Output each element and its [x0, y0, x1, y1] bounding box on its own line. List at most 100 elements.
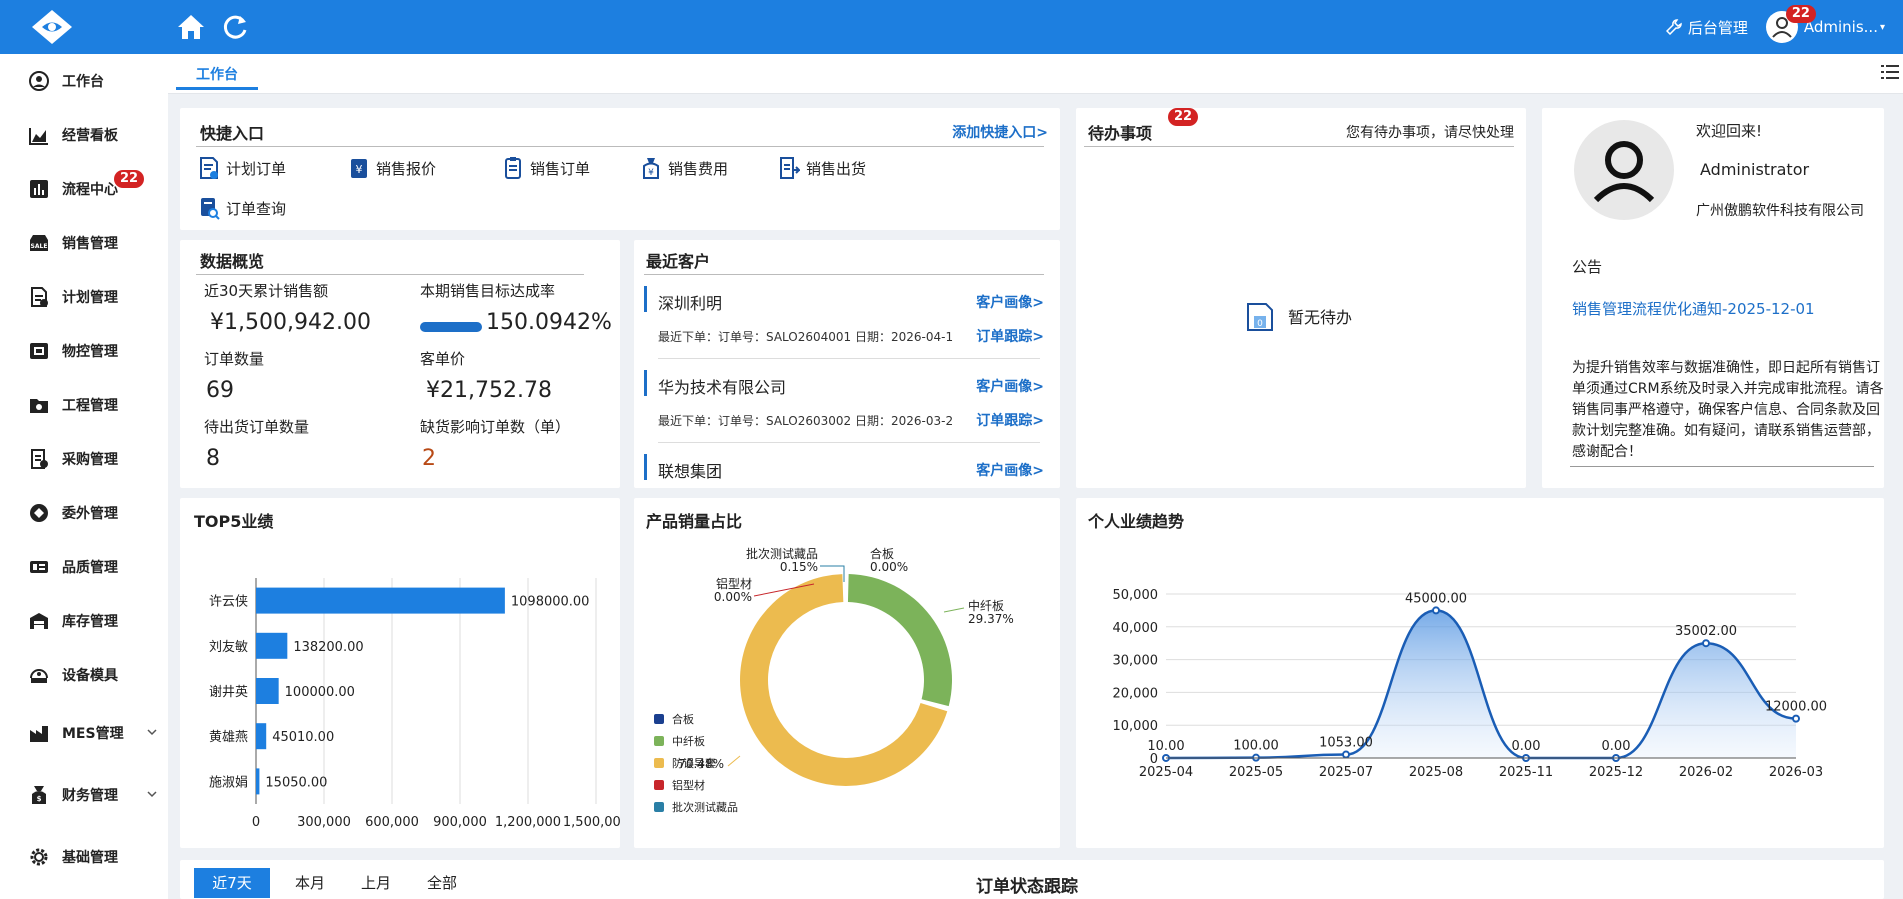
- top5-card: TOP5业绩 0 300,000 600,000 900,000 1,200,000 1,…: [180, 498, 620, 848]
- list-icon[interactable]: [1881, 64, 1899, 80]
- quick-item-sales-expense[interactable]: ¥ 销售费用: [640, 156, 728, 180]
- slice-label: 批次测试藏品: [746, 546, 818, 561]
- sidebar-item-equipment[interactable]: 设备模具: [28, 660, 158, 690]
- sidebar-item-workbench[interactable]: 工作台: [28, 66, 158, 96]
- tab-last-7-days[interactable]: 近7天: [194, 868, 270, 898]
- data-point: [1702, 639, 1710, 648]
- divider: [196, 274, 584, 275]
- workflow-badge: 22: [114, 170, 145, 188]
- quick-item-label: 销售报价: [376, 159, 437, 178]
- area-chart-icon: [29, 128, 48, 145]
- sidebar-item-label: MES管理: [62, 726, 124, 742]
- y-category-label: 黄雄燕: [209, 730, 248, 745]
- overview-title: 数据概览: [200, 252, 265, 271]
- chevron-down-icon[interactable]: [146, 788, 158, 800]
- legend-swatch: [654, 714, 664, 724]
- customer-portrait-link[interactable]: 客户画像>: [976, 376, 1044, 396]
- wrench-icon: [1665, 19, 1682, 35]
- quick-item-order-query[interactable]: 订单查询: [198, 196, 286, 220]
- divider: [658, 442, 1040, 443]
- top5-bar-chart: 0 300,000 600,000 900,000 1,200,0001,500,000…: [209, 578, 620, 830]
- x-tick-label: 300,000: [297, 815, 351, 830]
- quick-item-plan-order[interactable]: 计划订单: [198, 156, 286, 180]
- svg-text:¥: ¥: [356, 163, 363, 176]
- quick-item-sales-shipment[interactable]: 销售出货: [778, 156, 866, 180]
- quick-entry-title: 快捷入口: [200, 124, 265, 143]
- sidebar-item-mes[interactable]: MES管理: [28, 718, 158, 748]
- legend-label: 防误导套: [672, 756, 716, 770]
- user-name[interactable]: Adminis...: [1804, 18, 1878, 36]
- bar-value-label: 15050.00: [265, 775, 327, 790]
- bar: [256, 587, 505, 614]
- chevron-down-icon[interactable]: [146, 726, 158, 738]
- purchase-doc-icon: [31, 449, 48, 469]
- folder-gear-icon: [30, 399, 48, 413]
- order-track-link[interactable]: 订单跟踪>: [976, 410, 1044, 430]
- sidebar-item-dashboard[interactable]: 经营看板: [28, 120, 158, 150]
- sidebar-item-sales[interactable]: SALE 销售管理: [28, 228, 158, 258]
- data-label: 35002.00: [1675, 624, 1737, 639]
- quick-item-label: 销售出货: [806, 159, 867, 178]
- target-rate-value: 150.0942%: [486, 310, 612, 335]
- quality-icon: [30, 561, 48, 573]
- refresh-icon[interactable]: [220, 12, 250, 42]
- sidebar-item-inventory[interactable]: 库存管理: [28, 606, 158, 636]
- company-name: 广州傲鹏软件科技有限公司: [1696, 203, 1864, 219]
- y-tick-label: 50,000: [1113, 588, 1159, 603]
- order-track-link[interactable]: 订单跟踪>: [976, 326, 1044, 346]
- customer-portrait-link[interactable]: 客户画像>: [976, 460, 1044, 480]
- sidebar-item-finance[interactable]: $ 财务管理: [28, 780, 158, 810]
- sidebar-item-label: 库存管理: [62, 614, 118, 630]
- data-label: 1053.00: [1319, 736, 1373, 751]
- home-icon[interactable]: [176, 13, 206, 41]
- sidebar-item-label: 品质管理: [62, 560, 118, 576]
- sale-icon: SALE: [30, 235, 48, 251]
- tab-workbench[interactable]: 工作台: [176, 62, 258, 90]
- tab-last-month[interactable]: 上月: [346, 868, 406, 898]
- customer-meta: 最近下单：订单号：SALO2604001 日期：2026-04-1: [658, 330, 954, 344]
- target-progress-bar: [420, 322, 482, 332]
- data-point: [1342, 750, 1350, 759]
- tab-all[interactable]: 全部: [412, 868, 472, 898]
- sidebar-item-label: 基础管理: [62, 850, 118, 866]
- sidebar-item-workflow[interactable]: 流程中心 22: [28, 170, 158, 204]
- quick-item-sales-order[interactable]: 销售订单: [502, 156, 590, 180]
- x-tick-label: 900,000: [433, 815, 487, 830]
- chevron-down-icon[interactable]: ▾: [1880, 22, 1885, 33]
- divider: [196, 146, 1044, 147]
- bar-value-label: 138200.00: [293, 640, 363, 655]
- svg-text:$: $: [37, 795, 42, 803]
- add-quick-entry-link[interactable]: 添加快捷入口>: [952, 122, 1048, 142]
- donut-slice: [847, 574, 952, 707]
- product-share-card: 产品销量占比 批次测试藏品 0.15% 合板 0.00% 铝型材 0.00% 中纤板 29.3…: [634, 498, 1060, 848]
- shortage-value: 2: [422, 446, 436, 471]
- legend-label: 铝型材: [672, 778, 705, 792]
- bar: [256, 768, 260, 795]
- sidebar-item-outsource[interactable]: 委外管理: [28, 498, 158, 528]
- sidebar-item-quality[interactable]: 品质管理: [28, 552, 158, 582]
- sidebar-item-engineering[interactable]: 工程管理: [28, 390, 158, 420]
- sidebar-item-purchase[interactable]: 采购管理: [28, 444, 158, 474]
- admin-link-label: 后台管理: [1687, 18, 1748, 37]
- quick-item-sales-quote[interactable]: ¥ 销售报价: [348, 156, 436, 180]
- sidebar-item-material[interactable]: 物控管理: [28, 336, 158, 366]
- user-avatar[interactable]: 22: [1765, 5, 1816, 43]
- wallet-icon: $: [32, 786, 46, 804]
- customer-portrait-link[interactable]: 客户画像>: [976, 292, 1044, 312]
- logo-icon[interactable]: [30, 8, 74, 46]
- admin-console-link[interactable]: 后台管理: [1665, 17, 1748, 38]
- profile-card: 欢迎回来! Administrator 广州傲鹏软件科技有限公司 公告 销售管理…: [1542, 108, 1884, 488]
- notice-title-link[interactable]: 销售管理流程优化通知-2025-12-01: [1572, 298, 1815, 319]
- y-tick-label: 40,000: [1113, 621, 1159, 636]
- quick-item-label: 销售订单: [530, 159, 591, 178]
- customers-title: 最近客户: [646, 252, 711, 271]
- slice-label: 合板: [870, 546, 894, 561]
- tabs-bar: 工作台: [168, 54, 1903, 94]
- data-label: 100.00: [1233, 739, 1279, 754]
- sidebar-item-basic[interactable]: 基础管理: [28, 842, 158, 872]
- pending-ship-label: 待出货订单数量: [204, 418, 310, 436]
- recent-customers-card: 最近客户 深圳利明 客户画像> 最近下单：订单号：SALO2604001 日期：…: [634, 240, 1060, 488]
- sidebar-item-plan[interactable]: 计划管理: [28, 282, 158, 312]
- tab-this-month[interactable]: 本月: [280, 868, 340, 898]
- profile-avatar[interactable]: [1574, 120, 1674, 220]
